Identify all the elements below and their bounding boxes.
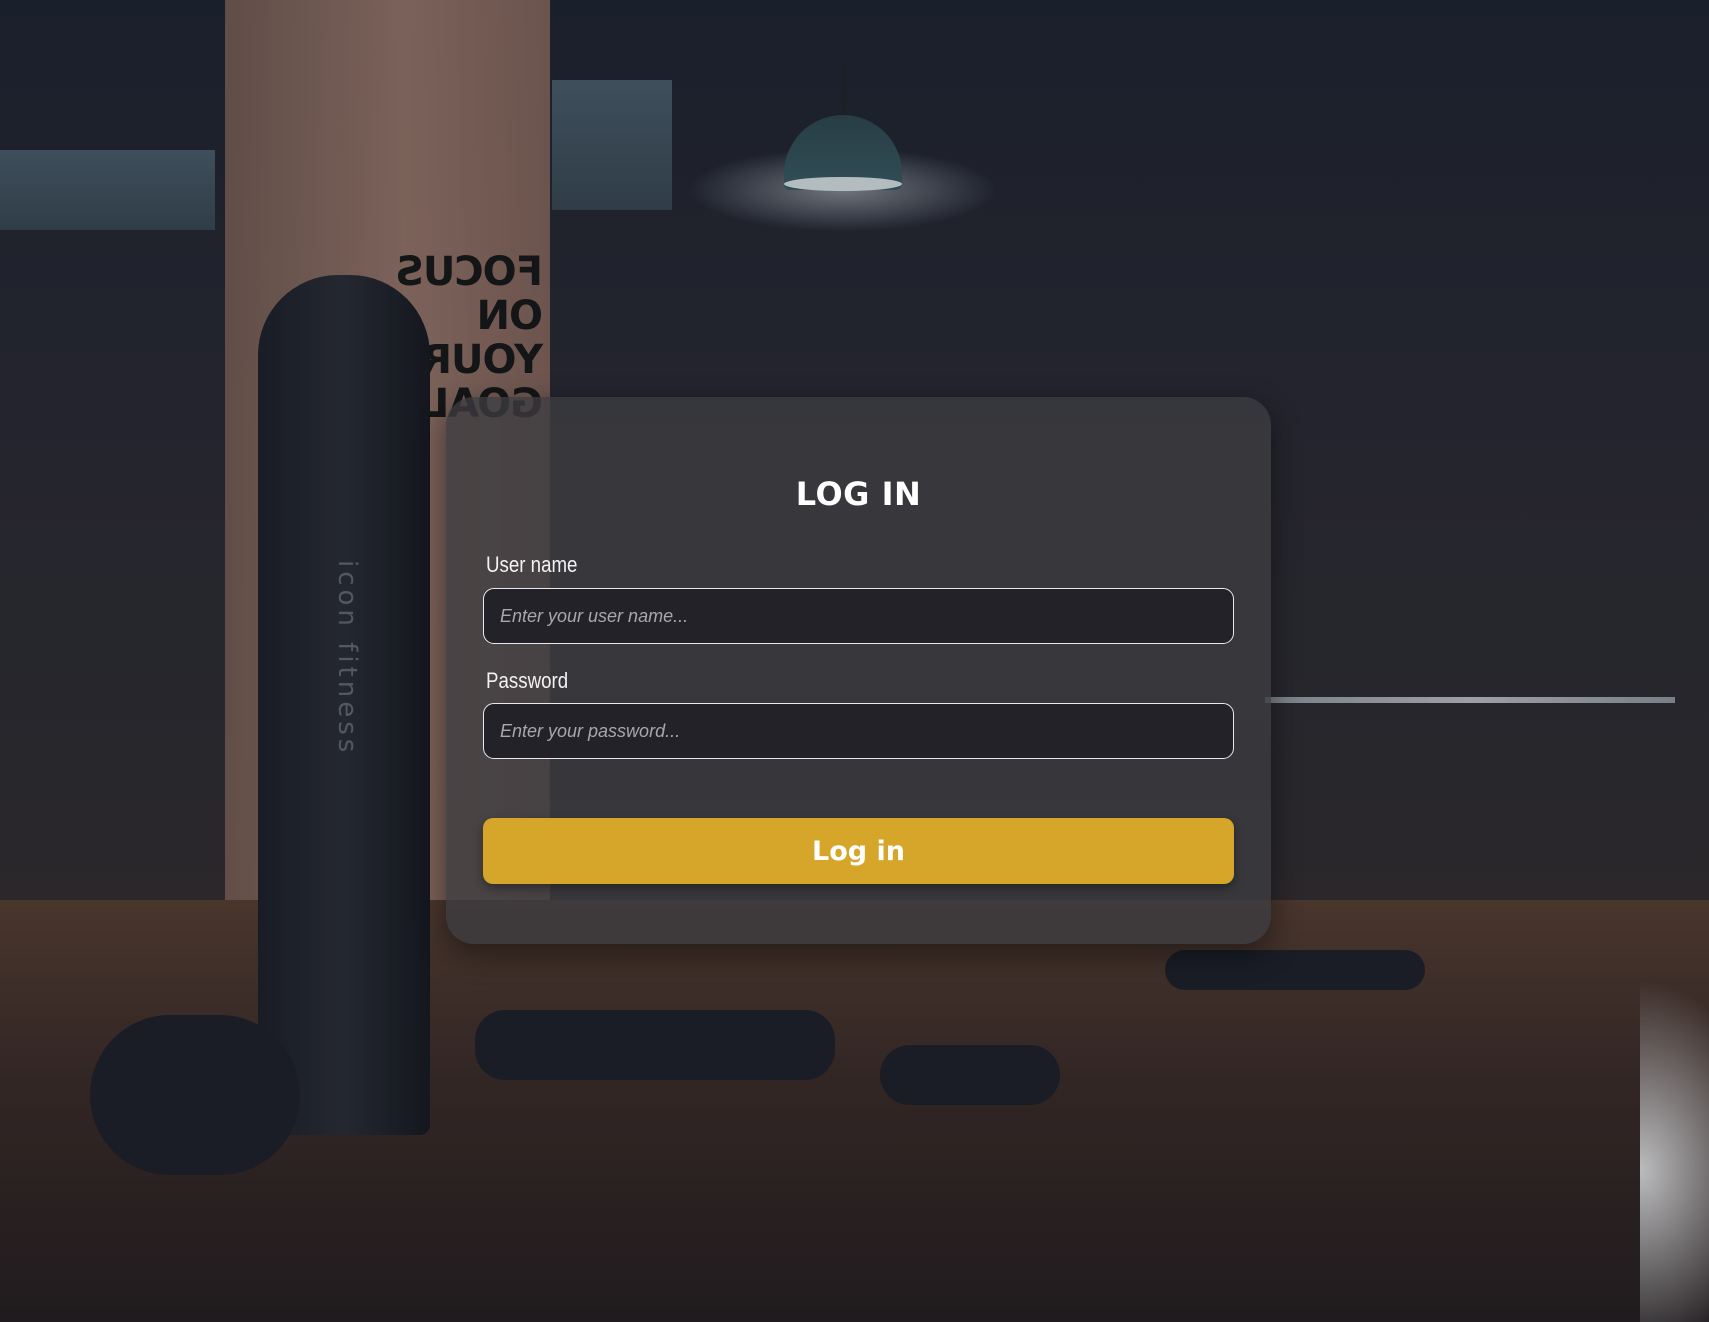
login-form: LOG IN User name Password Log in: [446, 397, 1271, 944]
password-input[interactable]: [483, 703, 1234, 759]
username-label: User name: [486, 552, 578, 577]
login-page: FOCUS ON YOUR GOALS icon fitness LOG IN …: [0, 0, 1709, 1322]
username-input[interactable]: [483, 588, 1234, 644]
login-button[interactable]: Log in: [483, 818, 1234, 884]
login-title: LOG IN: [795, 475, 922, 513]
password-label: Password: [486, 668, 569, 693]
